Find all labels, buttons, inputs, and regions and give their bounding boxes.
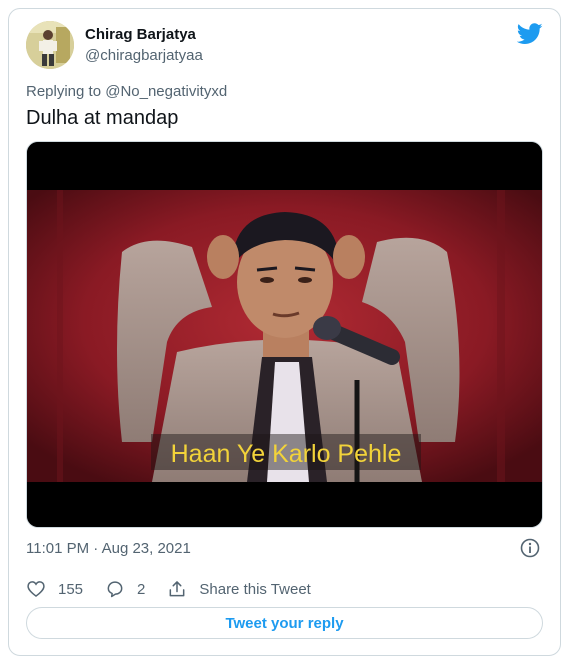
share-label: Share this Tweet	[199, 580, 311, 598]
avatar[interactable]	[26, 21, 74, 69]
reply-action[interactable]: 2	[105, 579, 145, 599]
like-action[interactable]: 155	[26, 579, 83, 599]
share-arrow-icon	[169, 581, 185, 597]
replying-to: Replying to @No_negativityxd	[26, 83, 227, 100]
media-caption: Haan Ye Karlo Pehle	[171, 440, 402, 468]
twitter-bird-icon[interactable]	[517, 23, 543, 45]
author-name[interactable]: Chirag Barjatya	[85, 26, 196, 43]
like-count: 155	[58, 580, 84, 598]
tweet-card: Chirag Barjatya @chiragbarjatyaa Replyin…	[8, 8, 561, 656]
tweet-media[interactable]: Haan Ye Karlo Pehle	[26, 141, 543, 528]
replying-mention[interactable]: @No_negativityxd	[105, 83, 227, 100]
tweet-your-reply-button[interactable]: Tweet your reply	[26, 607, 543, 639]
tweet-timestamp[interactable]: 11:01 PM · Aug 23, 2021	[26, 540, 191, 557]
share-action[interactable]: Share this Tweet	[167, 579, 311, 599]
replying-prefix: Replying to	[26, 83, 102, 100]
info-icon[interactable]	[520, 538, 540, 558]
author-handle[interactable]: @chiragbarjatyaa	[85, 47, 203, 64]
reply-count: 2	[137, 580, 146, 598]
tweet-actions: 155 2 Share this Tweet	[26, 579, 333, 599]
media-image: Haan Ye Karlo Pehle	[27, 142, 542, 527]
speech-bubble-icon	[107, 581, 123, 598]
tweet-text: Dulha at mandap	[26, 107, 179, 129]
heart-icon	[27, 581, 45, 598]
